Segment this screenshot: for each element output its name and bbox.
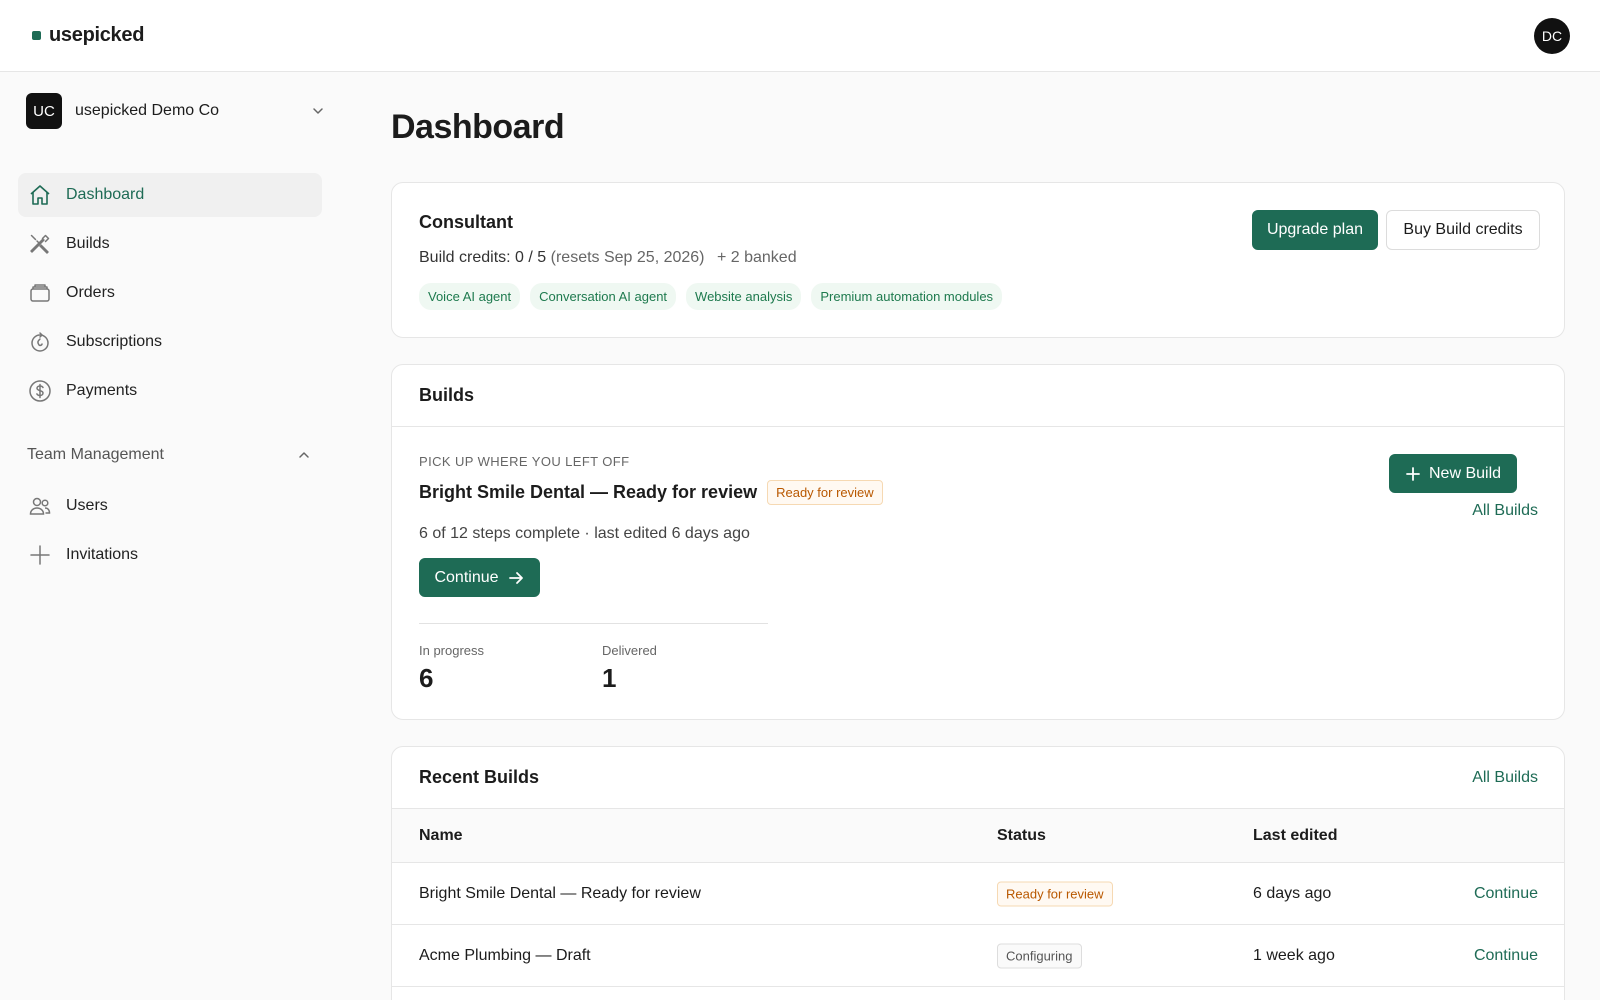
dollar-icon bbox=[27, 378, 53, 404]
upgrade-plan-button[interactable]: Upgrade plan bbox=[1252, 210, 1378, 250]
column-header-name[interactable]: Name bbox=[419, 827, 463, 845]
subscription-icon bbox=[27, 329, 53, 355]
table-row[interactable]: Acme Plumbing — Draft Configuring 1 week… bbox=[392, 925, 1564, 987]
builds-card-header: Builds bbox=[392, 365, 1564, 427]
tools-icon bbox=[27, 231, 53, 257]
sidebar-item-users[interactable]: Users bbox=[18, 484, 322, 528]
build-name: Acme Plumbing — Draft bbox=[419, 946, 591, 964]
stat-label: Delivered bbox=[602, 643, 657, 658]
team-nav: Users Invitations bbox=[18, 484, 322, 582]
sidebar-item-invitations[interactable]: Invitations bbox=[18, 533, 322, 577]
continue-link[interactable]: Continue bbox=[1474, 885, 1538, 903]
stat-delivered: Delivered 1 bbox=[602, 643, 657, 694]
feature-tags: Voice AI agent Conversation AI agent Web… bbox=[419, 283, 1003, 310]
status-badge: Ready for review bbox=[997, 881, 1113, 906]
continue-build-button[interactable]: Continue bbox=[419, 558, 540, 597]
status-badge: Ready for review bbox=[767, 480, 883, 505]
recent-builds-header: Recent Builds All Builds bbox=[392, 747, 1564, 809]
credits-value: 0 / 5 bbox=[515, 249, 547, 266]
sidebar-item-label: Builds bbox=[66, 235, 110, 252]
home-icon bbox=[27, 182, 53, 208]
new-build-button[interactable]: New Build bbox=[1389, 454, 1517, 493]
recent-builds-card: Recent Builds All Builds Name Status Las… bbox=[391, 746, 1565, 1000]
builds-card: Builds PICK UP WHERE YOU LEFT OFF Bright… bbox=[391, 364, 1565, 720]
stat-label: In progress bbox=[419, 643, 485, 658]
build-name: Bright Smile Dental — Ready for review bbox=[419, 884, 701, 902]
sidebar-item-label: Users bbox=[66, 497, 108, 514]
sidebar-item-label: Orders bbox=[66, 284, 115, 301]
box-icon bbox=[27, 280, 53, 306]
all-builds-link[interactable]: All Builds bbox=[1472, 502, 1538, 520]
arrow-right-icon bbox=[508, 571, 523, 584]
divider bbox=[419, 623, 768, 624]
new-build-label: New Build bbox=[1428, 464, 1502, 482]
plus-icon bbox=[27, 542, 53, 568]
chevron-up-icon bbox=[299, 452, 309, 458]
feature-tag: Website analysis bbox=[686, 283, 802, 310]
org-avatar: UC bbox=[26, 93, 62, 129]
feature-tag: Voice AI agent bbox=[419, 283, 521, 310]
org-name: usepicked Demo Co bbox=[75, 102, 220, 119]
sidebar-item-label: Dashboard bbox=[66, 186, 145, 203]
feature-tag: Conversation AI agent bbox=[530, 283, 677, 310]
users-icon bbox=[27, 493, 53, 519]
sidebar-item-orders[interactable]: Orders bbox=[18, 271, 322, 315]
continue-link[interactable]: Continue bbox=[1474, 947, 1538, 965]
team-management-toggle[interactable]: Team Management bbox=[27, 446, 312, 464]
sidebar-item-payments[interactable]: Payments bbox=[18, 369, 322, 413]
column-header-status[interactable]: Status bbox=[997, 827, 1046, 845]
all-builds-link[interactable]: All Builds bbox=[1472, 769, 1538, 787]
sidebar-item-label: Payments bbox=[66, 382, 138, 399]
credits-resets: (resets Sep 25, 2026) bbox=[550, 249, 705, 266]
logo-mark bbox=[32, 31, 41, 40]
feature-tag: Premium automation modules bbox=[811, 283, 1003, 310]
org-switcher[interactable]: UC usepicked Demo Co bbox=[26, 92, 326, 130]
status-badge: Configuring bbox=[997, 943, 1082, 968]
sidebar: UC usepicked Demo Co Dashboard Builds Or… bbox=[0, 72, 340, 1000]
current-build: Bright Smile Dental — Ready for review R… bbox=[419, 480, 883, 505]
last-edited: 6 days ago bbox=[1253, 884, 1332, 902]
user-avatar[interactable]: DC bbox=[1534, 17, 1570, 54]
build-credits: Build credits: 0 / 5 (resets Sep 25, 202… bbox=[419, 249, 797, 267]
buy-build-credits-button[interactable]: Buy Build credits bbox=[1386, 210, 1540, 250]
sidebar-item-label: Subscriptions bbox=[66, 333, 163, 350]
stat-value: 1 bbox=[602, 663, 617, 693]
plan-card: Consultant Build credits: 0 / 5 (resets … bbox=[391, 182, 1565, 338]
build-progress-text: 6 of 12 steps complete · last edited 6 d… bbox=[419, 525, 750, 542]
stat-value: 6 bbox=[419, 663, 434, 693]
recent-builds-title: Recent Builds bbox=[419, 767, 540, 787]
current-build-name: Bright Smile Dental — Ready for review bbox=[419, 482, 758, 502]
sidebar-item-dashboard[interactable]: Dashboard bbox=[18, 173, 322, 217]
logo-text: usepicked bbox=[49, 24, 145, 46]
sidebar-item-label: Invitations bbox=[66, 546, 139, 563]
sidebar-item-subscriptions[interactable]: Subscriptions bbox=[18, 320, 322, 364]
last-edited: 1 week ago bbox=[1253, 946, 1335, 964]
section-label: Team Management bbox=[27, 446, 164, 463]
page-title: Dashboard bbox=[391, 108, 565, 146]
chevron-down-icon bbox=[313, 108, 323, 114]
logo[interactable]: usepicked bbox=[32, 24, 144, 47]
plus-icon bbox=[1406, 466, 1420, 481]
credits-label: Build credits: bbox=[419, 249, 511, 266]
continue-label: Continue bbox=[434, 568, 499, 586]
stat-in-progress: In progress 6 bbox=[419, 643, 484, 694]
table-row[interactable]: Bright Smile Dental — Ready for review R… bbox=[392, 863, 1564, 925]
column-header-last-edited[interactable]: Last edited bbox=[1253, 827, 1337, 845]
sidebar-item-builds[interactable]: Builds bbox=[18, 222, 322, 266]
resume-kicker: PICK UP WHERE YOU LEFT OFF bbox=[419, 454, 630, 469]
top-bar: usepicked DC bbox=[0, 0, 1600, 72]
main-nav: Dashboard Builds Orders Subscriptions Pa… bbox=[18, 173, 322, 418]
table-header: Name Status Last edited bbox=[392, 809, 1564, 863]
credits-banked: + 2 banked bbox=[716, 249, 797, 266]
plan-name: Consultant bbox=[419, 212, 513, 232]
builds-card-title: Builds bbox=[419, 385, 475, 405]
